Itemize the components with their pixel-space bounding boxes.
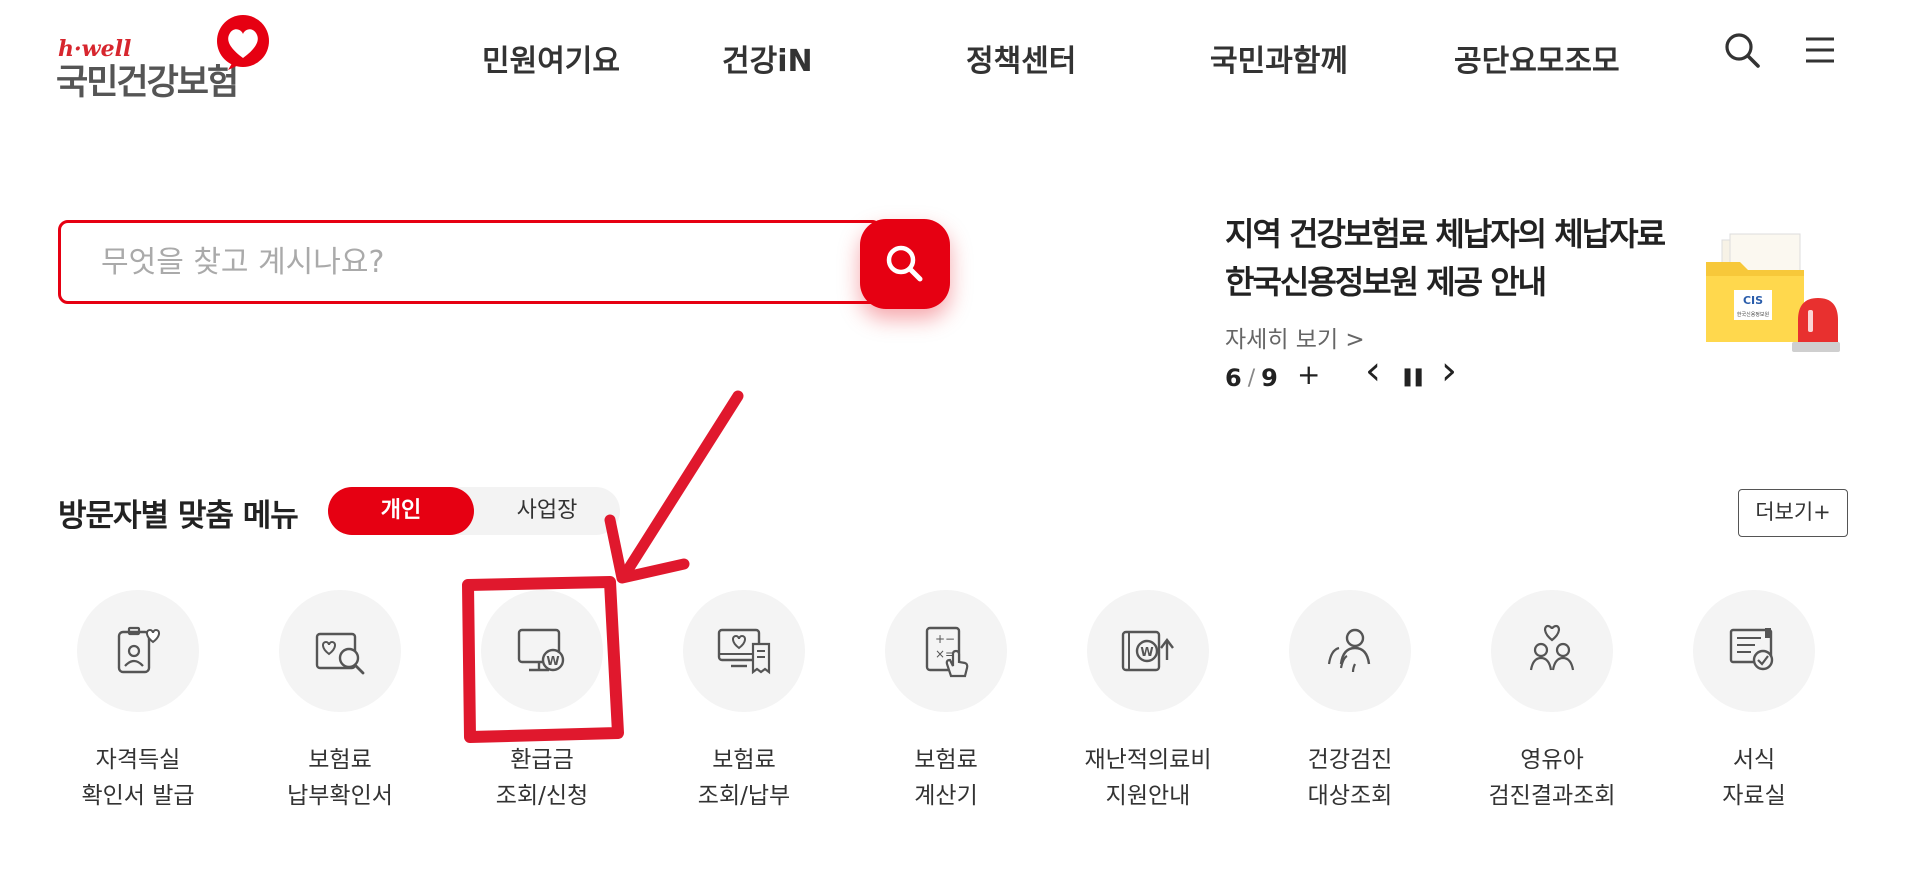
next-arrow-icon[interactable]: › [1441,348,1457,394]
svg-text:한국신용정보원: 한국신용정보원 [1737,311,1770,318]
menu-item-infant-checkup-results[interactable]: 영유아 검진결과조회 [1452,590,1652,814]
global-nav: 민원여기요 건강iN 정책센터 국민과함께 공단요모조모 [0,30,1917,80]
nav-item-civil-service[interactable]: 민원여기요 [482,36,620,80]
pager-total: 9 [1261,364,1278,392]
toggle-business[interactable]: 사업장 [474,487,620,535]
menu-icon-circle [1693,590,1815,712]
pager-current: 6 [1225,364,1242,392]
monitor-won-icon: W [517,628,565,672]
people-check-icon [1327,628,1371,673]
menu-item-label: 건강검진 대상조회 [1307,747,1393,809]
monitor-receipt-icon [717,628,771,675]
svg-text:CIS: CIS [1743,294,1763,307]
wallet-won-up-icon: W [1121,630,1174,672]
menu-item-label: 재난적의료비 지원안내 [1084,747,1212,809]
svg-text:×: × [935,647,945,661]
svg-text:−: − [945,632,955,646]
visitor-type-toggle: 사업장 개인 [328,487,620,535]
more-button[interactable]: 더보기+ [1738,489,1848,537]
menu-icon-circle [1491,590,1613,712]
pager-separator: / [1247,365,1256,391]
menu-item-label: 환급금 조회/신청 [495,747,589,809]
menu-item-payment-certificate[interactable]: 보험료 납부확인서 [240,590,440,814]
menu-item-catastrophic-medical[interactable]: W 재난적의료비 지원안내 [1048,590,1248,814]
menu-icon-circle: W [1087,590,1209,712]
calculator-icon: + − × = [925,626,969,678]
notice-banner: 지역 건강보험료 체납자의 체납자료 한국신용정보원 제공 안내 자세히 보기 … [1225,210,1725,354]
menu-icon-circle [683,590,805,712]
menu-item-refund-inquiry[interactable]: W 환급금 조회/신청 [442,590,642,814]
toggle-personal[interactable]: 개인 [328,487,474,535]
svg-text:W: W [546,654,559,668]
menu-icon-circle: + − × = [885,590,1007,712]
menu-icon[interactable] [1800,30,1840,70]
menu-item-label: 보험료 계산기 [914,747,978,809]
nav-item-with-citizens[interactable]: 국민과함께 [1210,36,1348,80]
nav-item-health-in[interactable]: 건강iN [722,36,813,80]
certificate-search-icon [315,632,365,675]
prev-arrow-icon[interactable]: ‹ [1365,348,1381,394]
menu-item-premium-calculator[interactable]: + − × = 보험료 계산기 [846,590,1046,814]
plus-icon[interactable]: + [1297,358,1320,391]
svg-text:W: W [1140,645,1153,659]
menu-item-label: 보험료 조회/납부 [697,747,791,809]
menu-item-eligibility-certificate[interactable]: 자격득실 확인서 발급 [38,590,238,814]
menu-item-label: 자격득실 확인서 발급 [81,747,195,809]
search-box [58,220,882,304]
form-check-icon [1729,628,1774,671]
nav-item-about-agency[interactable]: 공단요모조모 [1454,36,1620,80]
menu-item-label: 영유아 검진결과조회 [1488,747,1616,809]
menu-icon-circle [77,590,199,712]
menu-item-health-checkup[interactable]: 건강검진 대상조회 [1250,590,1450,814]
folder-siren-illustration-icon: CIS 한국신용정보원 [1706,233,1840,352]
id-card-heart-icon [117,626,160,674]
notice-title-line1[interactable]: 지역 건강보험료 체납자의 체납자료 [1225,210,1725,258]
menu-item-premium-inquiry[interactable]: 보험료 조회/납부 [644,590,844,814]
menu-item-form-library[interactable]: 서식 자료실 [1654,590,1854,814]
menu-item-label: 보험료 납부확인서 [287,747,393,809]
annotation-arrow-icon [618,390,744,582]
menu-icon-circle [279,590,401,712]
notice-title-line2[interactable]: 한국신용정보원 제공 안내 [1225,258,1725,306]
menu-icon-circle: W [481,590,603,712]
visitor-menu-title: 방문자별 맞춤 메뉴 [58,498,299,534]
nav-item-policy-center[interactable]: 정책센터 [966,36,1076,80]
search-icon [886,245,923,282]
banner-pager: 6 / 9 + ‹ ❚❚ › [1225,348,1457,396]
svg-text:+: + [935,632,945,646]
search-button[interactable] [860,219,950,309]
menu-item-label: 서식 자료실 [1722,747,1786,809]
pause-icon[interactable]: ❚❚ [1400,366,1426,387]
menu-icon-circle [1289,590,1411,712]
search-input[interactable] [61,223,879,301]
notice-more-link[interactable]: 자세히 보기 > [1225,320,1725,354]
search-icon[interactable] [1722,30,1762,70]
family-heart-icon [1529,624,1575,671]
